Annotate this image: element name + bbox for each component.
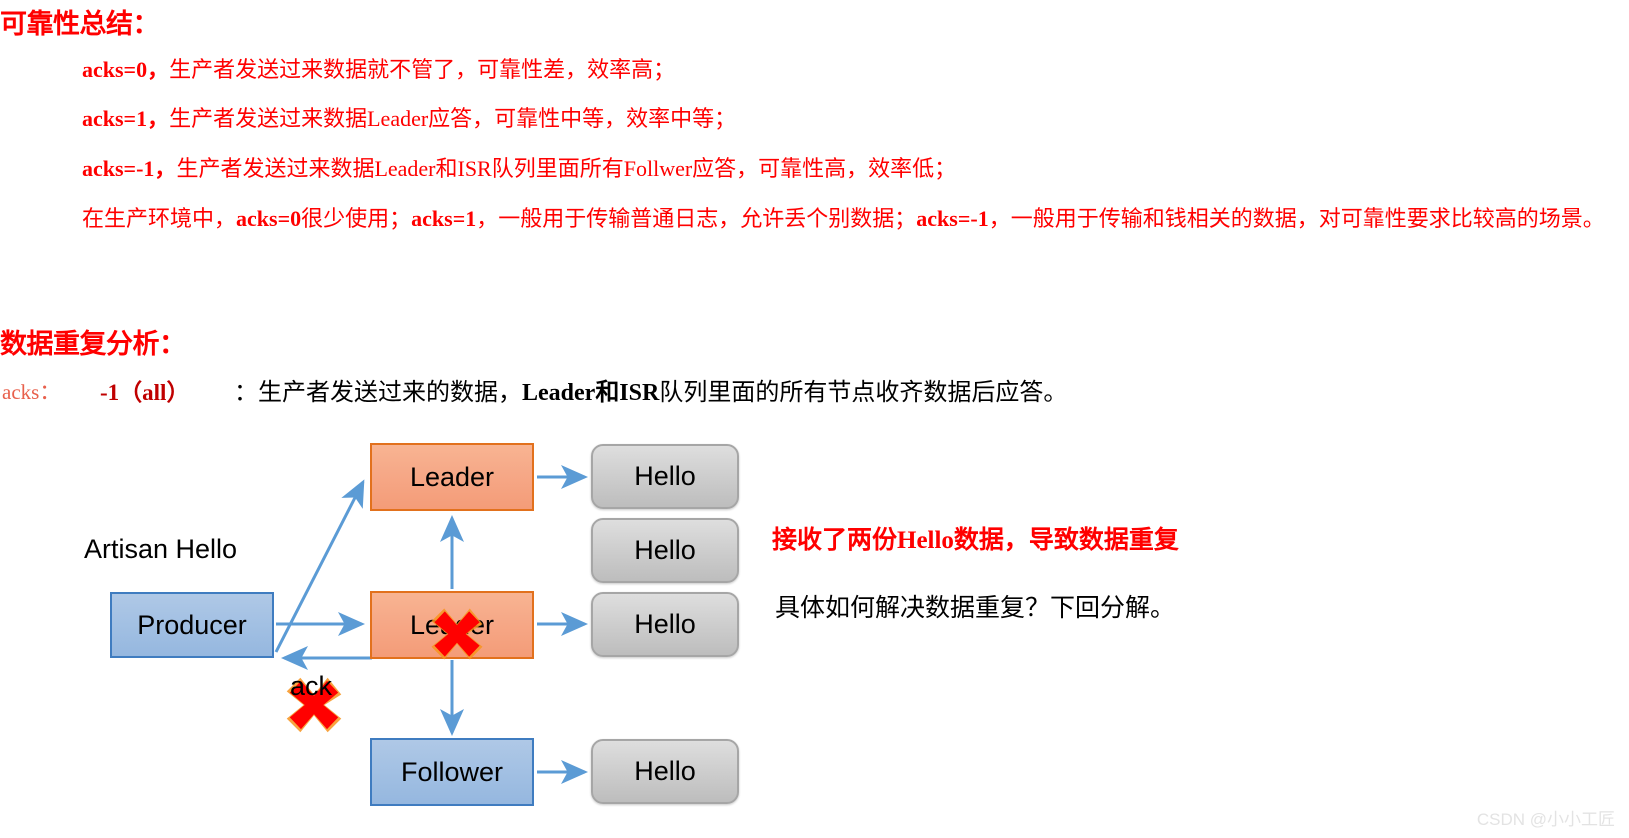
hello-message-box-4[interactable]: Hello [591, 739, 739, 804]
acks-desc-leader-isr: Leader和ISR [522, 380, 660, 406]
acks-desc-suffix: 队列里面的所有节点收齐数据后应答。 [659, 380, 1068, 406]
para-acks-minus-1: acks=-1 [916, 206, 989, 231]
para-acks-0: acks=0 [236, 206, 302, 231]
hello-message-box-4-label: Hello [634, 756, 696, 786]
acks-value: -1（all） [100, 380, 190, 405]
acks-rule-0-key: acks=0， [82, 57, 170, 82]
leader-node-top-label: Leader [409, 461, 495, 492]
acks-rule-0-text: 生产者发送过来数据就不管了，可靠性差，效率高； [169, 57, 676, 82]
duplicate-analysis-heading: 数据重复分析： [0, 329, 186, 359]
follower-node-label: Follower [400, 756, 504, 787]
next-topic-note: 具体如何解决数据重复？下回分解。 [775, 595, 1176, 622]
leader-node-top[interactable]: Leader [370, 443, 534, 511]
producer-node-label: Producer [137, 609, 247, 640]
para-seg-7: ，一般用于传输和钱相关的数据，对可靠性要求比较高的场景。 [988, 206, 1605, 231]
hello-message-box-3-label: Hello [634, 609, 696, 639]
para-seg-5: ，一般用于传输普通日志，允许丢个别数据； [476, 206, 917, 231]
para-seg-1: 在生产环境中， [82, 206, 237, 231]
para-seg-3: 很少使用； [301, 206, 412, 231]
production-environment-paragraph: 在生产环境中，acks=0很少使用；acks=1，一般用于传输普通日志，允许丢个… [82, 203, 1627, 234]
duplicate-data-note: 接收了两份Hello数据，导致数据重复 [772, 527, 1179, 554]
para-acks-1: acks=1 [411, 206, 477, 231]
acks-rule-2-key: acks=-1， [82, 156, 177, 181]
leader-node-failed[interactable]: Leader [370, 591, 534, 659]
reliability-summary-heading: 可靠性总结： [0, 9, 160, 39]
acks-rule-line-2: acks=-1，生产者发送过来数据Leader和ISR队列里面所有Follwer… [82, 151, 956, 183]
acks-desc-prefix: ：生产者发送过来的数据， [234, 380, 522, 406]
hello-message-box-3[interactable]: Hello [591, 592, 739, 657]
acks-label: acks： [2, 380, 61, 404]
ack-label: ack [290, 671, 333, 701]
hello-message-box-2-label: Hello [634, 535, 696, 565]
acks-rule-line-1: acks=1，生产者发送过来数据Leader应答，可靠性中等，效率中等； [82, 101, 736, 133]
leader-node-failed-label: Leader [409, 609, 495, 640]
hello-message-box-1[interactable]: Hello [591, 444, 739, 509]
hello-message-box-1-label: Hello [634, 461, 696, 491]
arrow-producer-to-leader-top [274, 479, 365, 653]
acks-rule-2-text: 生产者发送过来数据Leader和ISR队列里面所有Follwer应答，可靠性高，… [176, 156, 957, 181]
hello-message-box-2[interactable]: Hello [591, 518, 739, 583]
csdn-watermark: CSDN @小小工匠 [1476, 810, 1615, 829]
producer-node[interactable]: Producer [110, 592, 274, 658]
acks-rule-1-text: 生产者发送过来数据Leader应答，可靠性中等，效率中等； [169, 106, 737, 131]
acks-description: ：生产者发送过来的数据，Leader和ISR队列里面的所有节点收齐数据后应答。 [234, 372, 1067, 407]
acks-rule-1-key: acks=1， [82, 106, 170, 131]
artisan-hello-label: Artisan Hello [84, 534, 238, 564]
follower-node[interactable]: Follower [370, 738, 534, 806]
acks-rule-line-0: acks=0，生产者发送过来数据就不管了，可靠性差，效率高； [82, 52, 675, 84]
